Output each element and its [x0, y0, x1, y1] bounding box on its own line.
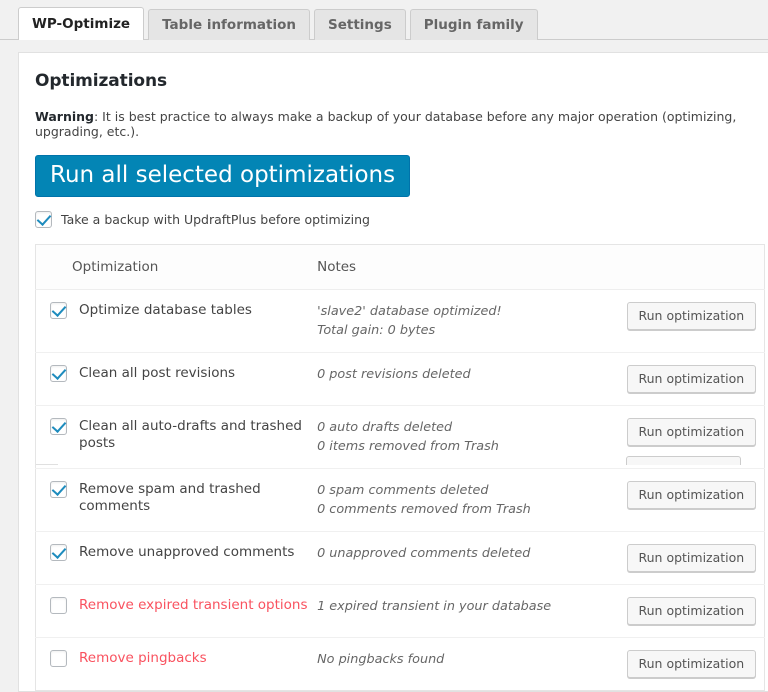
- row-checkbox[interactable]: [50, 481, 67, 499]
- optimization-cell-inner: Clean all auto-drafts and trashed posts: [50, 418, 317, 452]
- cell-action: Run optimization: [626, 638, 765, 691]
- table-row: Remove pingbacks No pingbacks found Run op…: [36, 638, 765, 691]
- table-header-row: Optimization Notes: [35, 244, 765, 291]
- table-header: Optimization Notes: [35, 244, 765, 291]
- optimization-cell-inner: Optimize database tables: [50, 302, 317, 320]
- tab-wp-optimize[interactable]: WP-Optimize: [18, 7, 145, 40]
- note-line: 0 spam comments deleted: [317, 483, 489, 499]
- cell-optimization: Remove unapproved comments: [35, 531, 318, 586]
- column-header-notes: Notes: [317, 244, 627, 291]
- cell-action: Run optimization: [626, 531, 765, 586]
- note-line: 0 items removed from Trash: [317, 439, 499, 455]
- run-all-selected-optimizations-button[interactable]: Run all selected optimizations: [35, 155, 411, 198]
- row-checkbox[interactable]: [50, 597, 67, 615]
- cell-optimization: Clean all auto-drafts and trashed posts: [35, 405, 318, 470]
- optimization-label: Clean all auto-drafts and trashed posts: [79, 418, 302, 452]
- row-checkbox[interactable]: [50, 365, 67, 383]
- cell-optimization: Remove spam and trashed comments: [35, 468, 318, 533]
- cell-optimization: Remove expired transient options: [35, 584, 318, 639]
- table-body: Optimize database tables 'slave2' databas…: [35, 289, 765, 691]
- note-line: Total gain: 0 bytes: [317, 323, 436, 339]
- screen-root: WP-Optimize Table information Settings Plug…: [0, 0, 768, 692]
- note-line: 0 post revisions deleted: [317, 367, 471, 383]
- note-line: 0 auto drafts deleted: [317, 420, 453, 436]
- cell-action: Run optimization: [626, 584, 765, 639]
- run-optimization-button[interactable]: Run optimization: [626, 650, 757, 679]
- optimizations-panel: Optimizations Warning: It is best practi…: [18, 52, 768, 692]
- tab-plugin-family[interactable]: Plugin family: [409, 9, 538, 40]
- backup-checkbox-label: Take a backup with UpdraftPlus before op…: [61, 212, 370, 228]
- tab-settings[interactable]: Settings: [314, 9, 406, 40]
- table-row: Clean all post revisions 0 post revisions…: [35, 352, 765, 407]
- tab-table-information[interactable]: Table information: [148, 9, 311, 40]
- note-line: 0 unapproved comments deleted: [317, 546, 531, 562]
- row-checkbox[interactable]: [50, 650, 67, 668]
- backup-option-row: Take a backup with UpdraftPlus before op…: [35, 211, 768, 229]
- table-row: Remove expired transient options 1 expire…: [35, 584, 765, 639]
- optimization-label: Remove spam and trashed comments: [79, 481, 261, 515]
- optimization-label: Remove unapproved comments: [79, 544, 295, 561]
- cell-notes: 0 post revisions deleted: [317, 352, 627, 407]
- row-checkbox[interactable]: [50, 544, 67, 562]
- row-checkbox[interactable]: [50, 302, 67, 320]
- row-checkbox[interactable]: [50, 418, 67, 436]
- run-optimization-button[interactable]: Run optimization: [626, 418, 757, 447]
- warning-label: Warning: [35, 109, 94, 124]
- partial-button-artifact: [626, 456, 741, 465]
- optimization-label: Optimize database tables: [79, 302, 252, 319]
- optimization-cell-inner: Remove unapproved comments: [50, 544, 317, 562]
- cell-notes: 'slave2' database optimized! Total gain: …: [317, 289, 627, 354]
- optimization-cell-inner: Remove expired transient options: [50, 597, 317, 615]
- warning-notice: Warning: It is best practice to always m…: [35, 109, 768, 139]
- note-line: 1 expired transient in your database: [317, 599, 552, 615]
- table-row: Optimize database tables 'slave2' databas…: [35, 289, 765, 354]
- optimization-label: Remove expired transient options: [79, 597, 308, 614]
- backup-checkbox[interactable]: [35, 211, 52, 229]
- note-line: 0 comments removed from Trash: [317, 502, 531, 518]
- cell-notes: 0 spam comments deleted 0 comments remove…: [317, 468, 627, 533]
- column-header-optimization: Optimization: [35, 244, 318, 291]
- cell-optimization: Remove pingbacks: [36, 638, 318, 691]
- optimization-cell-inner: Remove spam and trashed comments: [50, 481, 317, 515]
- cell-optimization: Optimize database tables: [35, 289, 318, 354]
- cell-notes: No pingbacks found: [317, 638, 626, 691]
- cell-notes: 1 expired transient in your database: [317, 584, 627, 639]
- column-header-action: [626, 244, 765, 291]
- run-optimization-button[interactable]: Run optimization: [626, 302, 757, 331]
- optimization-cell-inner: Remove pingbacks: [50, 650, 317, 668]
- page-title: Optimizations: [35, 71, 168, 91]
- optimization-cell-inner: Clean all post revisions: [50, 365, 317, 383]
- cell-action: Run optimization: [626, 289, 765, 354]
- partial-row-divider-artifact: [36, 464, 58, 465]
- tab-bar: WP-Optimize Table information Settings Plug…: [0, 0, 768, 40]
- warning-text: : It is best practice to always make a b…: [35, 109, 737, 139]
- cell-action: Run optimization: [626, 468, 765, 533]
- run-optimization-button[interactable]: Run optimization: [626, 544, 757, 573]
- cell-notes: 0 auto drafts deleted 0 items removed fro…: [317, 405, 627, 470]
- optimization-label: Clean all post revisions: [79, 365, 236, 382]
- run-optimization-button[interactable]: Run optimization: [626, 481, 757, 510]
- run-all-button-wrap: Run all selected optimizations: [35, 155, 768, 198]
- run-optimization-button[interactable]: Run optimization: [626, 365, 757, 394]
- note-line: 'slave2' database optimized!: [317, 304, 502, 320]
- optimizations-table: Optimization Notes Optimize database tab…: [35, 244, 765, 692]
- cell-notes: 0 unapproved comments deleted: [317, 531, 627, 586]
- run-optimization-button[interactable]: Run optimization: [626, 597, 757, 626]
- cell-optimization: Clean all post revisions: [35, 352, 318, 407]
- optimization-label: Remove pingbacks: [79, 650, 207, 667]
- table-row: Remove unapproved comments 0 unapproved c…: [35, 531, 765, 586]
- cell-action: Run optimization: [626, 352, 765, 407]
- table-row: Remove spam and trashed comments 0 spam c…: [35, 468, 765, 533]
- note-line: No pingbacks found: [317, 652, 445, 668]
